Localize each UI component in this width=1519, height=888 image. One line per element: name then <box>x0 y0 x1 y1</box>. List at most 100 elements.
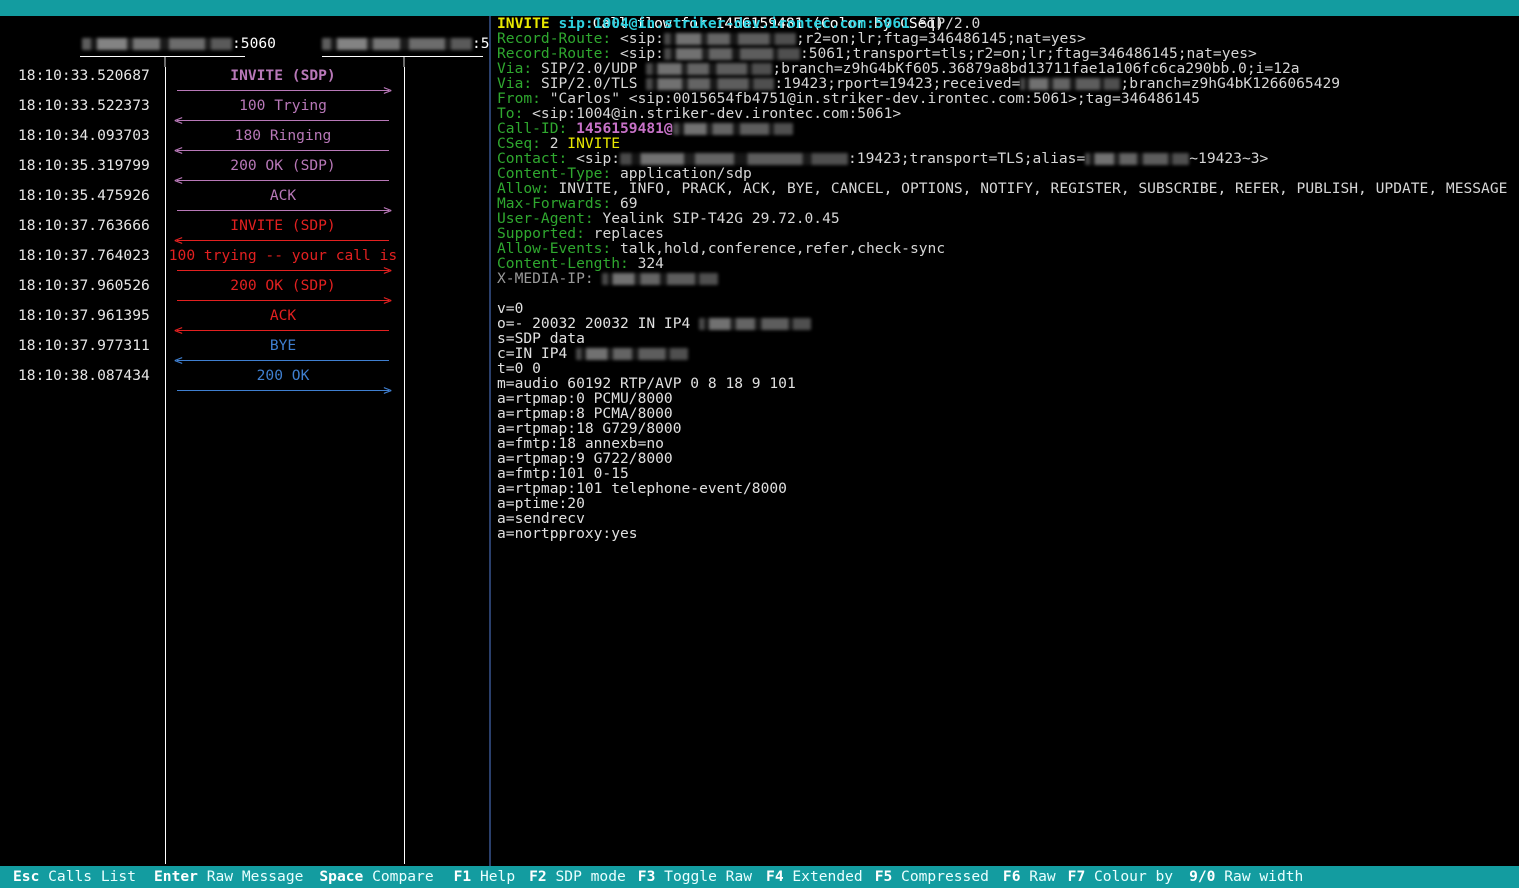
lifeline-cap-1 <box>403 57 405 67</box>
redacted-address <box>672 123 793 135</box>
sip-header: User-Agent: Yealink SIP-T42G 29.72.0.45 <box>497 211 1519 226</box>
key-shortcut-key: F7 <box>1067 868 1086 885</box>
key-shortcut-label: Toggle Raw <box>655 868 753 885</box>
sdp-line-text: a=nortpproxy:yes <box>497 525 638 542</box>
key-shortcut-enter[interactable]: Enter Raw Message <box>154 866 303 888</box>
arrow-shaft <box>177 90 389 91</box>
redacted-address <box>322 38 472 50</box>
redacted-address <box>646 63 773 75</box>
key-shortcut-f6[interactable]: F6 Raw <box>1003 866 1056 888</box>
key-shortcut-key: F6 <box>1002 868 1021 885</box>
flow-column-port: :5060 <box>232 35 276 52</box>
redacted-address <box>663 48 800 60</box>
sip-header: Call-ID: 1456159481@ <box>497 121 1519 136</box>
flow-message-label[interactable]: BYE <box>167 338 399 353</box>
flow-timestamp: 18:10:37.977311 <box>18 337 150 354</box>
arrow-head: < <box>174 112 183 129</box>
arrow-shaft <box>177 270 389 271</box>
key-shortcut-f2[interactable]: F2 SDP mode <box>529 866 626 888</box>
sdp-line: a=rtpmap:9 G722/8000 <box>497 451 1519 466</box>
flow-message-label[interactable]: 100 trying -- your call is <box>167 248 399 263</box>
flow-timestamp: 18:10:33.520687 <box>18 67 150 84</box>
flow-message-label[interactable]: ACK <box>167 308 399 323</box>
flow-timestamp: 18:10:35.475926 <box>18 187 150 204</box>
arrow-shaft <box>177 330 389 331</box>
arrow-shaft <box>177 300 389 301</box>
sdp-line: a=fmtp:18 annexb=no <box>497 436 1519 451</box>
sip-header: Allow-Events: talk,hold,conference,refer… <box>497 241 1519 256</box>
key-shortcut-key: F4 <box>766 868 784 885</box>
key-shortcut-key: Enter <box>154 868 198 885</box>
key-shortcut-f1[interactable]: F1 Help <box>454 866 516 888</box>
sip-header: Content-Length: 324 <box>497 256 1519 271</box>
flow-arrow-left: < <box>174 352 389 369</box>
flow-message-label[interactable]: 200 OK (SDP) <box>167 278 399 293</box>
arrow-shaft <box>177 210 389 211</box>
arrow-head: > <box>383 262 392 279</box>
arrow-shaft <box>177 180 389 181</box>
flow-timestamp: 18:10:37.764023 <box>18 247 150 264</box>
flow-message-label[interactable]: INVITE (SDP) <box>167 68 399 83</box>
arrow-shaft <box>177 360 389 361</box>
arrow-head: < <box>174 172 183 189</box>
sdp-line: a=rtpmap:101 telephone-event/8000 <box>497 481 1519 496</box>
arrow-head: < <box>174 352 183 369</box>
flow-message-label[interactable]: 200 OK <box>167 368 399 383</box>
key-shortcut-label: Extended <box>783 868 863 885</box>
sip-header: Max-Forwards: 69 <box>497 196 1519 211</box>
flow-message-label[interactable]: 100 Trying <box>167 98 399 113</box>
flow-timestamp: 18:10:33.522373 <box>18 97 150 114</box>
sdp-line: c=IN IP4 <box>497 346 1519 361</box>
key-shortcut-9-0[interactable]: 9/0 Raw width <box>1189 866 1303 888</box>
arrow-head: < <box>174 232 183 249</box>
lifeline-1 <box>404 62 405 864</box>
flow-message-label[interactable]: INVITE (SDP) <box>167 218 399 233</box>
main-area: :5060:5060 18:10:33.520687INVITE (SDP)>1… <box>0 16 1519 866</box>
flow-message-label[interactable]: 200 OK (SDP) <box>167 158 399 173</box>
flow-arrow-right: > <box>177 292 392 309</box>
call-flow-panel[interactable]: :5060:5060 18:10:33.520687INVITE (SDP)>1… <box>0 16 489 866</box>
sdp-line: o=- 20032 20032 IN IP4 <box>497 316 1519 331</box>
key-shortcut-space[interactable]: Space Compare <box>319 866 433 888</box>
flow-arrow-left: < <box>174 232 389 249</box>
key-shortcut-f4[interactable]: F4 Extended <box>766 866 863 888</box>
sip-header: Supported: replaces <box>497 226 1519 241</box>
key-shortcut-bar[interactable]: Esc Calls List Enter Raw Message Space Com… <box>0 866 1519 888</box>
sdp-line: v=0 <box>497 301 1519 316</box>
arrow-shaft <box>177 240 389 241</box>
sip-header: Via: SIP/2.0/TLS :19423;rport=19423;rece… <box>497 76 1519 91</box>
key-shortcut-label: Raw width <box>1215 868 1304 885</box>
key-shortcut-key: Esc <box>13 868 40 885</box>
raw-message-panel[interactable]: INVITE sip:1004@in.striker-dev.irontec.c… <box>491 16 1519 866</box>
key-shortcut-f7[interactable]: F7 Colour by <box>1068 866 1173 888</box>
flow-timestamp: 18:10:37.961395 <box>18 307 150 324</box>
key-shortcut-label: Colour by <box>1085 868 1174 885</box>
key-shortcut-key: Space <box>319 868 364 885</box>
key-shortcut-key: 9/0 <box>1189 868 1216 885</box>
flow-timestamp: 18:10:37.960526 <box>18 277 150 294</box>
flow-column-port: :5060 <box>472 35 489 52</box>
flow-message-label[interactable]: 180 Ringing <box>167 128 399 143</box>
sdp-line: a=nortpproxy:yes <box>497 526 1519 541</box>
actor-bar-0 <box>80 56 245 57</box>
key-shortcut-esc[interactable]: Esc Calls List <box>13 866 136 888</box>
flow-timestamp: 18:10:38.087434 <box>18 367 150 384</box>
redacted-address <box>699 318 812 330</box>
sdp-line: a=fmtp:101 0-15 <box>497 466 1519 481</box>
flow-arrow-left: < <box>174 112 389 129</box>
sdp-line: t=0 0 <box>497 361 1519 376</box>
sdp-line: a=rtpmap:0 PCMU/8000 <box>497 391 1519 406</box>
key-shortcut-label: Calls List <box>39 868 137 885</box>
flow-timestamp: 18:10:34.093703 <box>18 127 150 144</box>
key-shortcut-f5[interactable]: F5 Compressed <box>875 866 989 888</box>
flow-arrow-right: > <box>177 203 392 218</box>
flow-message-label[interactable]: ACK <box>167 188 399 203</box>
arrow-head: > <box>383 292 392 309</box>
sip-body-separator <box>497 286 1519 301</box>
redacted-address <box>663 33 796 45</box>
sip-header-name: X-MEDIA-IP: <box>497 270 594 287</box>
flow-arrow-right: > <box>177 383 392 398</box>
sip-header: X-MEDIA-IP: <box>497 271 1519 286</box>
key-shortcut-f3[interactable]: F3 Toggle Raw <box>638 866 752 888</box>
sdp-line: m=audio 60192 RTP/AVP 0 8 18 9 101 <box>497 376 1519 391</box>
